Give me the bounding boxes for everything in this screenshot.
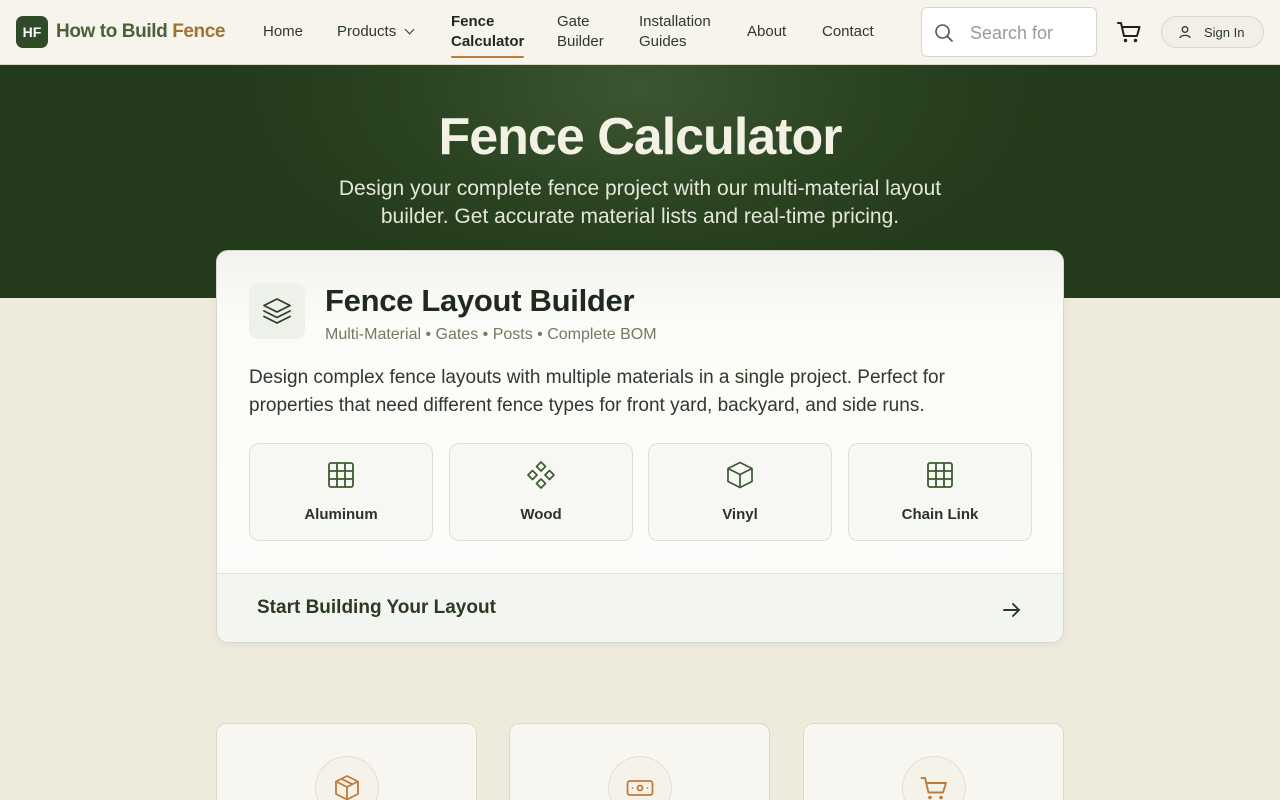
nav-home[interactable]: Home (263, 22, 303, 42)
nav-installation-guides[interactable]: Installation Guides (639, 12, 711, 52)
sign-in-button[interactable]: Sign In (1161, 16, 1264, 48)
nav-about[interactable]: About (747, 22, 786, 42)
material-label: Aluminum (304, 506, 378, 523)
cart-icon (902, 756, 966, 800)
start-building-button[interactable]: Start Building Your Layout (217, 573, 1063, 642)
nav-gate-builder[interactable]: Gate Builder (557, 12, 604, 52)
feature-card (803, 723, 1064, 800)
top-navigation-bar: HF How to Build Fence Home Products Fenc… (0, 0, 1280, 65)
builder-description: Design complex fence layouts with multip… (249, 367, 945, 416)
sign-in-label: Sign In (1204, 24, 1245, 40)
logo-text: How to Build Fence (56, 21, 226, 42)
feature-card (216, 723, 477, 800)
builder-subtitle: Multi-Material • Gates • Posts • Complet… (325, 326, 657, 343)
layers-icon (249, 283, 305, 339)
nav-contact[interactable]: Contact (822, 22, 874, 42)
nav-products[interactable]: Products (337, 22, 415, 42)
grid-icon (328, 462, 354, 488)
page-title: Fence Calculator (438, 108, 842, 166)
user-icon (1179, 26, 1191, 39)
logo-mark: HF (16, 16, 48, 48)
grid-icon (927, 462, 953, 488)
diamonds-icon (527, 461, 555, 489)
site-logo[interactable]: HF How to Build Fence (16, 16, 226, 48)
feature-card (509, 723, 770, 800)
material-option-aluminum[interactable]: Aluminum (249, 443, 433, 541)
search-box (921, 7, 1097, 57)
start-building-label: Start Building Your Layout (257, 597, 496, 618)
material-label: Chain Link (901, 506, 979, 523)
material-option-wood[interactable]: Wood (449, 443, 633, 541)
builder-title: Fence Layout Builder (325, 283, 635, 318)
search-icon (935, 24, 953, 42)
chevron-down-icon (404, 24, 415, 35)
cart-icon[interactable] (1116, 19, 1142, 45)
search-input[interactable] (970, 20, 1090, 46)
hero-subtitle: Design your complete fence project with … (338, 177, 942, 228)
material-option-vinyl[interactable]: Vinyl (648, 443, 832, 541)
box-icon (727, 461, 753, 489)
fence-layout-builder-card: Fence Layout Builder Multi-Material • Ga… (216, 250, 1064, 643)
arrow-right-icon (1003, 603, 1020, 617)
money-icon (608, 756, 672, 800)
nav-fence-calculator[interactable]: Fence Calculator (451, 12, 525, 58)
material-label: Wood (520, 506, 562, 523)
package-icon (315, 756, 379, 800)
material-option-chain-link[interactable]: Chain Link (848, 443, 1032, 541)
material-label: Vinyl (722, 506, 758, 523)
